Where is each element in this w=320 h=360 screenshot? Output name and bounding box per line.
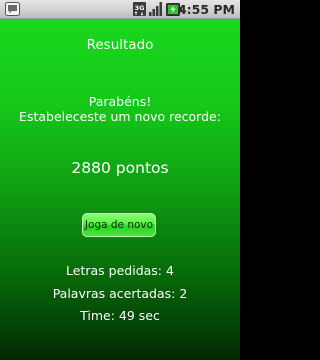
signal-icon — [149, 2, 162, 16]
status-bar: 3G 4:55 PM — [0, 0, 240, 19]
play-again-button[interactable]: Joga de novo — [81, 212, 157, 238]
notification-icon[interactable] — [5, 2, 20, 16]
network-label: 3G — [135, 4, 145, 12]
score-text: 2880 pontos — [71, 159, 169, 177]
congrats-text: Parabéns! — [88, 94, 152, 109]
3g-network-icon: 3G — [133, 2, 146, 16]
result-screen: Resultado Parabéns! Estabeleceste um nov… — [0, 19, 240, 360]
status-clock: 4:55 PM — [177, 2, 235, 17]
words-correct-text: Palavras acertadas: 2 — [52, 286, 188, 301]
new-record-text: Estabeleceste um novo recorde: — [19, 109, 221, 124]
time-text: Time: 49 sec — [80, 308, 160, 323]
page-title: Resultado — [86, 37, 154, 53]
letters-requested-text: Letras pedidas: 4 — [66, 263, 174, 278]
